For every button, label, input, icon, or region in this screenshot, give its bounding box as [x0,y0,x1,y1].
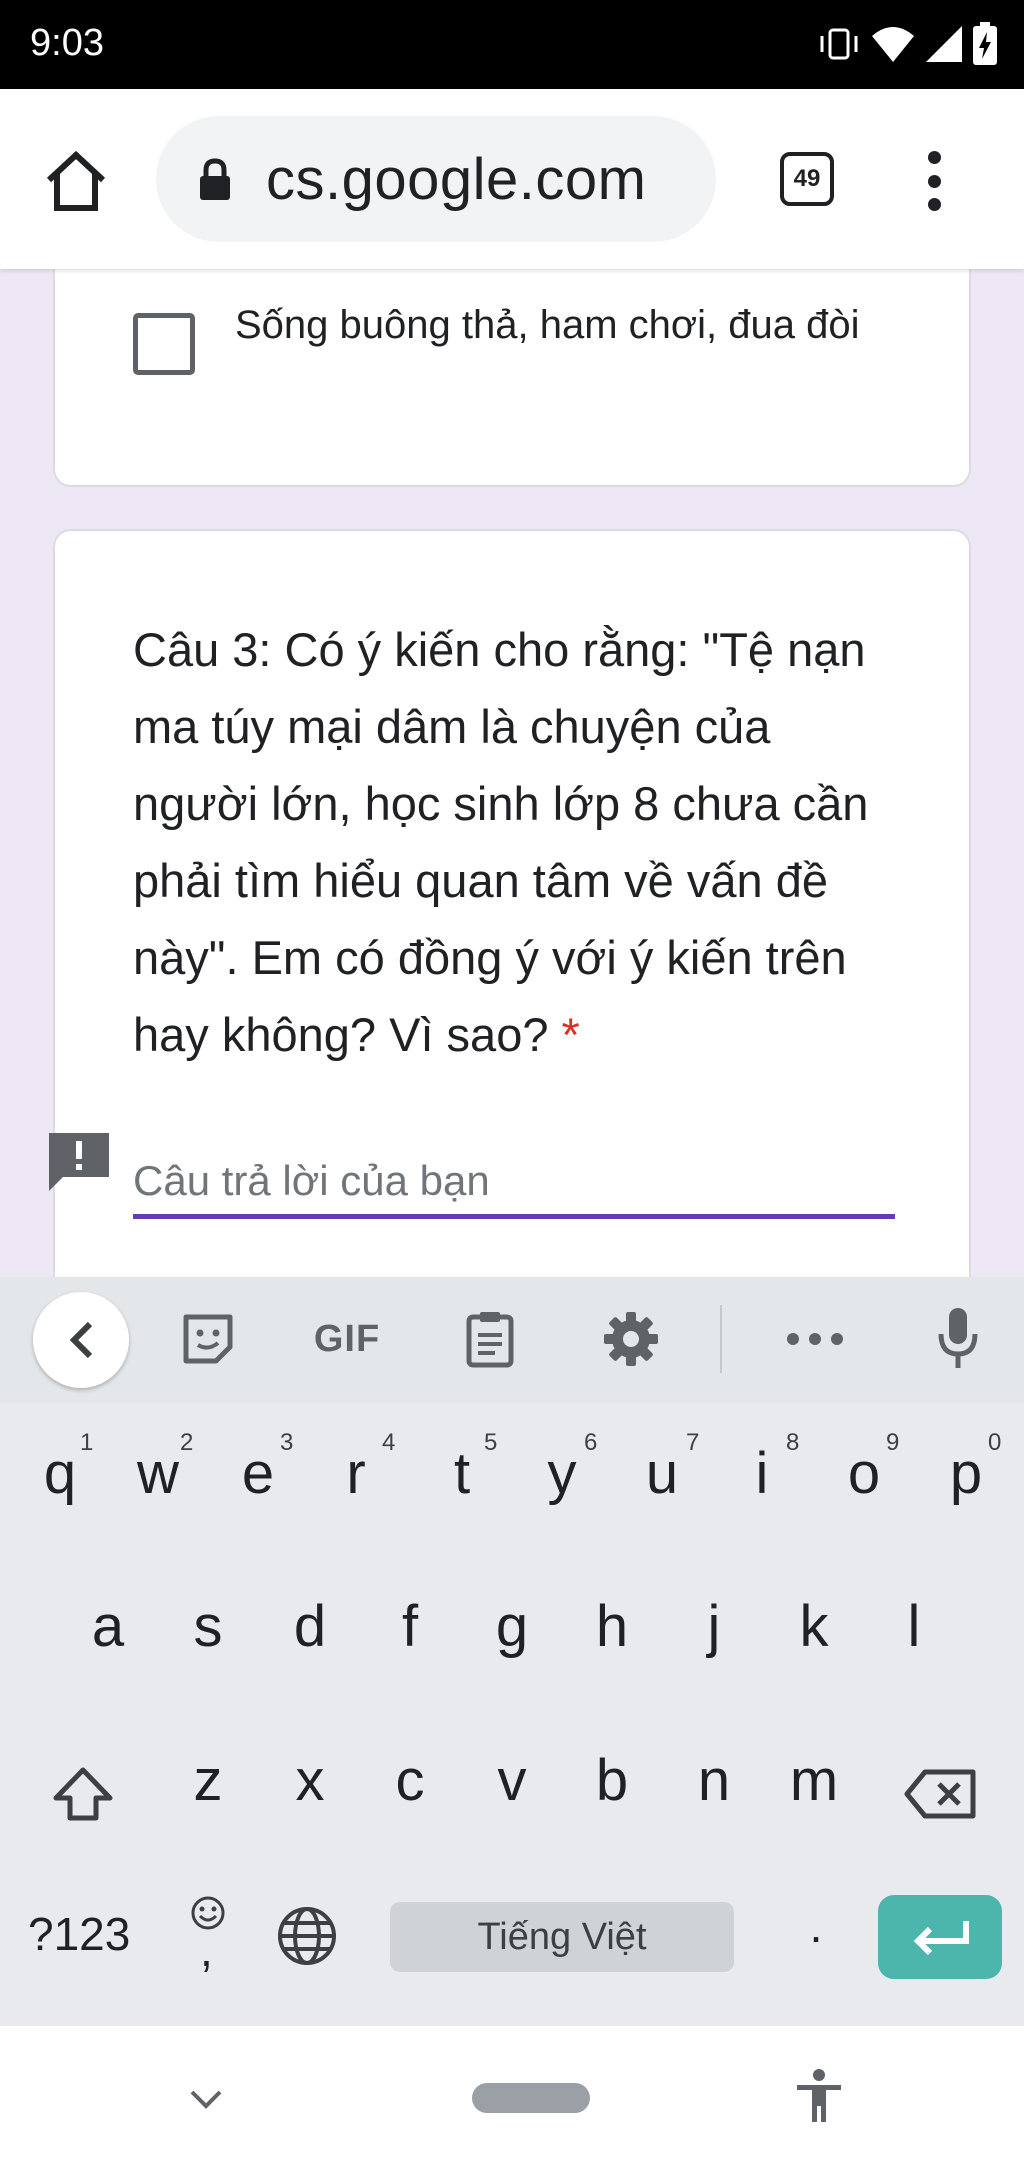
clipboard-button[interactable] [460,1299,520,1379]
mic-icon [938,1308,978,1368]
more-options-button[interactable] [780,1299,850,1379]
home-icon [46,150,106,211]
url-bar[interactable]: cs.google.com [156,116,716,242]
key-z[interactable]: z [168,1747,248,1814]
option-card: Sống buông thả, ham chơi, đua đòi [53,269,971,487]
shift-icon [53,1767,113,1821]
gif-button[interactable]: GIF [302,1299,392,1379]
key-hint-3: 3 [280,1429,294,1456]
nav-down-icon[interactable] [188,2088,224,2112]
home-button[interactable] [36,141,116,221]
gear-icon [604,1312,658,1366]
enter-icon [913,1921,969,1956]
vibrate-icon [820,28,858,60]
key-v[interactable]: v [472,1747,552,1814]
emoji-comma-key[interactable]: , [182,1895,234,1979]
space-key[interactable]: Tiếng Việt [390,1902,734,1972]
key-f[interactable]: f [370,1593,450,1660]
key-hint-9: 9 [886,1429,900,1456]
backspace-icon [904,1769,976,1819]
key-hint-4: 4 [382,1429,396,1456]
sticker-button[interactable] [178,1299,238,1379]
question-text: Câu 3: Có ý kiến cho rằng: "Tệ nạn ma tú… [133,623,869,1061]
comma-key-label: , [200,1924,213,1976]
status-time: 9:03 [30,22,104,64]
language-key[interactable] [276,1905,340,1969]
backspace-key[interactable] [900,1759,980,1829]
key-c[interactable]: c [370,1747,450,1814]
key-g[interactable]: g [472,1593,552,1660]
space-key-label: Tiếng Việt [477,1915,647,1958]
status-icons [816,18,998,70]
home-gesture-pill[interactable] [472,2083,590,2113]
option-checkbox[interactable] [133,313,195,375]
answer-placeholder: Câu trả lời của bạn [133,1157,490,1204]
key-d[interactable]: d [270,1593,350,1660]
question-title: Câu 3: Có ý kiến cho rằng: "Tệ nạn ma tú… [133,611,903,1073]
browser-toolbar: cs.google.com 49 [0,89,1024,269]
period-key[interactable]: . [796,1899,836,1953]
key-b[interactable]: b [572,1747,652,1814]
symbols-key[interactable]: ?123 [28,1907,130,1961]
back-arrow-icon [69,1321,93,1359]
key-hint-8: 8 [786,1429,800,1456]
key-hint-1: 1 [80,1429,94,1456]
enter-key[interactable] [878,1895,1002,1979]
more-horiz-icon [787,1333,843,1345]
alert-icon [49,1133,109,1191]
key-x[interactable]: x [270,1747,350,1814]
wifi-icon [872,27,914,62]
key-k[interactable]: k [774,1593,854,1660]
clipboard-icon [466,1312,514,1368]
sticker-icon [183,1314,233,1364]
option-label[interactable]: Sống buông thả, ham chơi, đua đòi [235,293,935,357]
toolbar-divider [720,1305,722,1373]
settings-button[interactable] [600,1299,662,1379]
key-n[interactable]: n [674,1747,754,1814]
key-a[interactable]: a [68,1593,148,1660]
key-hint-0: 0 [988,1429,1002,1456]
key-hint-6: 6 [584,1429,598,1456]
globe-icon [278,1907,336,1965]
keyboard-back-button[interactable] [33,1292,129,1388]
tab-switcher-button[interactable]: 49 [780,152,834,206]
question-card: Câu 3: Có ý kiến cho rằng: "Tệ nạn ma tú… [49,529,971,1277]
key-h[interactable]: h [572,1593,652,1660]
keyboard-toolbar: GIF [0,1277,1024,1402]
url-text: cs.google.com [266,147,647,212]
accessibility-icon[interactable] [794,2068,844,2124]
tab-count: 49 [793,165,821,192]
signal-icon [926,26,962,62]
required-mark: * [561,1008,580,1061]
status-bar: 9:03 [0,0,1024,89]
keyboard: GIF q w e r t y u i o p 1 2 3 4 5 6 7 8 … [0,1277,1024,2026]
voice-input-button[interactable] [930,1299,986,1379]
more-vert-icon[interactable] [912,151,956,211]
key-hint-5: 5 [484,1429,498,1456]
key-j[interactable]: j [674,1593,754,1660]
shift-key[interactable] [48,1759,118,1829]
battery-charging-icon [973,22,997,65]
key-hint-7: 7 [686,1429,700,1456]
key-l[interactable]: l [874,1593,954,1660]
key-s[interactable]: s [168,1593,248,1660]
key-m[interactable]: m [774,1747,854,1814]
gif-label: GIF [313,1317,381,1360]
form-content: Sống buông thả, ham chơi, đua đòi Câu 3:… [0,269,1024,1277]
lock-icon [200,158,230,200]
answer-input[interactable]: Câu trả lời của bạn [133,1149,895,1219]
key-hint-2: 2 [180,1429,194,1456]
navigation-bar [0,2026,1024,2162]
